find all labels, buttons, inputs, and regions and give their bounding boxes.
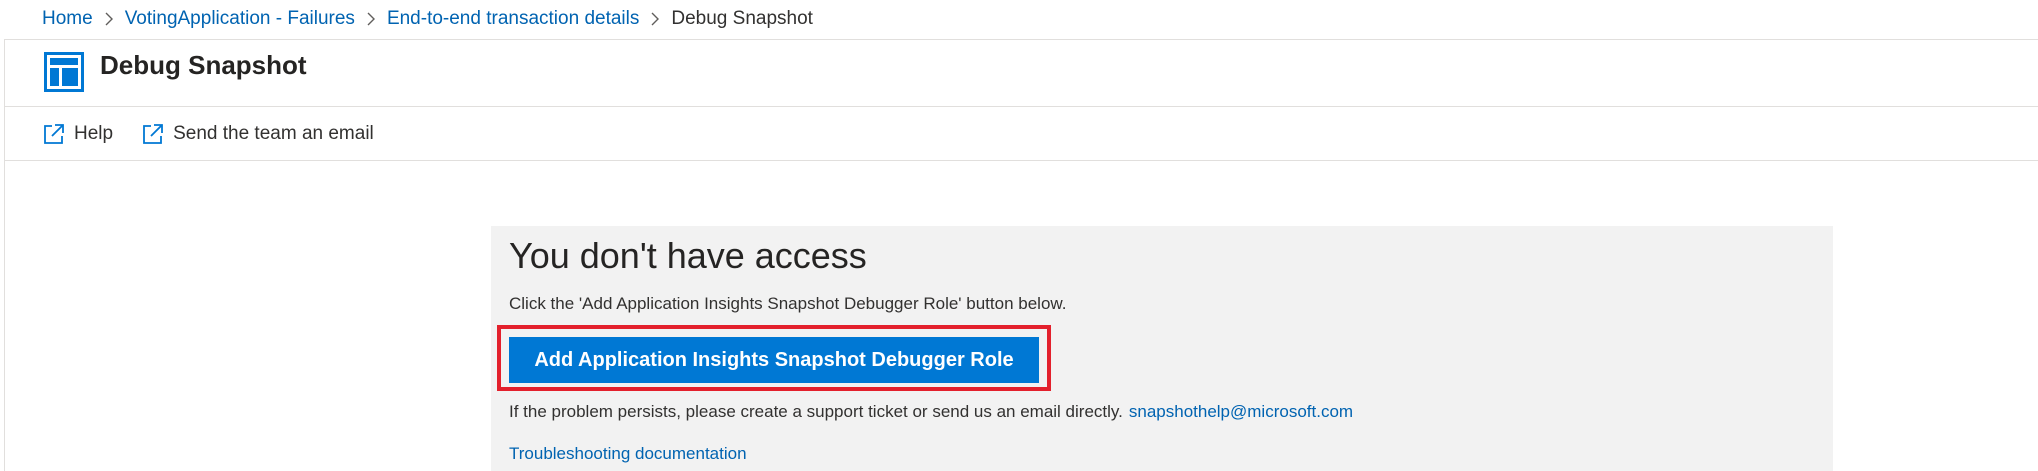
help-button[interactable]: Help bbox=[42, 122, 113, 146]
chevron-right-icon bbox=[639, 9, 671, 29]
send-email-label: Send the team an email bbox=[173, 123, 374, 144]
toolbar-divider bbox=[4, 160, 2038, 161]
command-bar: Help Send the team an email bbox=[42, 116, 374, 152]
breadcrumb-transaction-details[interactable]: End-to-end transaction details bbox=[387, 8, 639, 30]
chevron-right-icon bbox=[355, 9, 387, 29]
header-divider bbox=[4, 39, 2038, 40]
blade-left-border bbox=[4, 40, 5, 471]
external-link-icon bbox=[141, 122, 165, 146]
support-email-link[interactable]: snapshothelp@microsoft.com bbox=[1129, 402, 1353, 421]
title-divider bbox=[4, 106, 2038, 107]
help-label: Help bbox=[74, 123, 114, 144]
page-title: Debug Snapshot bbox=[100, 50, 307, 80]
no-access-panel: You don't have access Click the 'Add App… bbox=[491, 226, 1833, 471]
troubleshooting-docs-link[interactable]: Troubleshooting documentation bbox=[509, 444, 747, 464]
breadcrumb-home[interactable]: Home bbox=[42, 8, 93, 30]
support-message: If the problem persists, please create a… bbox=[509, 402, 1353, 422]
debug-snapshot-page: Home VotingApplication - Failures End-to… bbox=[0, 0, 2038, 471]
blade-header: Debug Snapshot bbox=[44, 48, 307, 92]
snapshot-blade-icon bbox=[44, 52, 84, 92]
add-snapshot-debugger-role-button[interactable]: Add Application Insights Snapshot Debugg… bbox=[509, 337, 1039, 383]
access-instruction-text: Click the 'Add Application Insights Snap… bbox=[509, 294, 1067, 313]
breadcrumb-voting-failures[interactable]: VotingApplication - Failures bbox=[125, 8, 355, 30]
external-link-icon bbox=[42, 122, 66, 146]
support-text: If the problem persists, please create a… bbox=[509, 402, 1123, 421]
chevron-right-icon bbox=[93, 9, 125, 29]
send-email-button[interactable]: Send the team an email bbox=[141, 122, 374, 146]
breadcrumb: Home VotingApplication - Failures End-to… bbox=[42, 0, 813, 38]
breadcrumb-current: Debug Snapshot bbox=[671, 8, 813, 29]
no-access-title: You don't have access bbox=[509, 235, 867, 276]
